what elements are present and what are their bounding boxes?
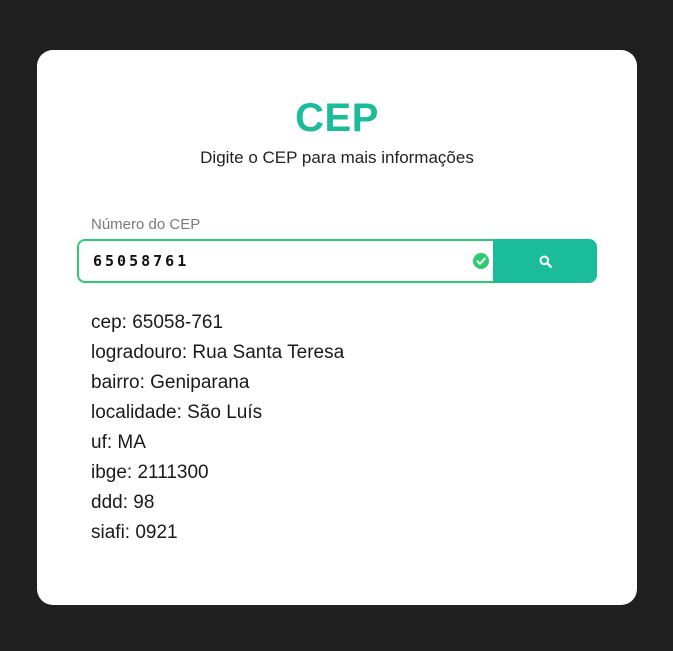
result-ibge: ibge: 2111300	[91, 462, 209, 483]
result-uf: uf: MA	[91, 432, 146, 453]
result-bairro: bairro: Geniparana	[91, 372, 250, 393]
check-circle-icon	[473, 253, 489, 269]
result-ddd: ddd: 98	[91, 492, 155, 513]
result-siafi: siafi: 0921	[91, 522, 178, 543]
cep-field-label: Número do CEP	[91, 216, 201, 233]
result-cep: cep: 65058-761	[91, 312, 224, 333]
page-subtitle: Digite o CEP para mais informações	[200, 148, 474, 167]
result-logradouro: logradouro: Rua Santa Teresa	[91, 342, 345, 363]
cep-input[interactable]	[93, 241, 453, 281]
cep-input-wrapper	[77, 239, 493, 283]
cep-search-row	[77, 239, 597, 283]
search-icon	[539, 255, 552, 268]
cep-card: CEP Digite o CEP para mais informações N…	[37, 50, 637, 605]
result-localidade: localidade: São Luís	[91, 402, 263, 423]
page-title: CEP	[295, 96, 379, 140]
search-button[interactable]	[493, 239, 597, 283]
cep-results: cep: 65058-761 logradouro: Rua Santa Ter…	[91, 308, 344, 548]
